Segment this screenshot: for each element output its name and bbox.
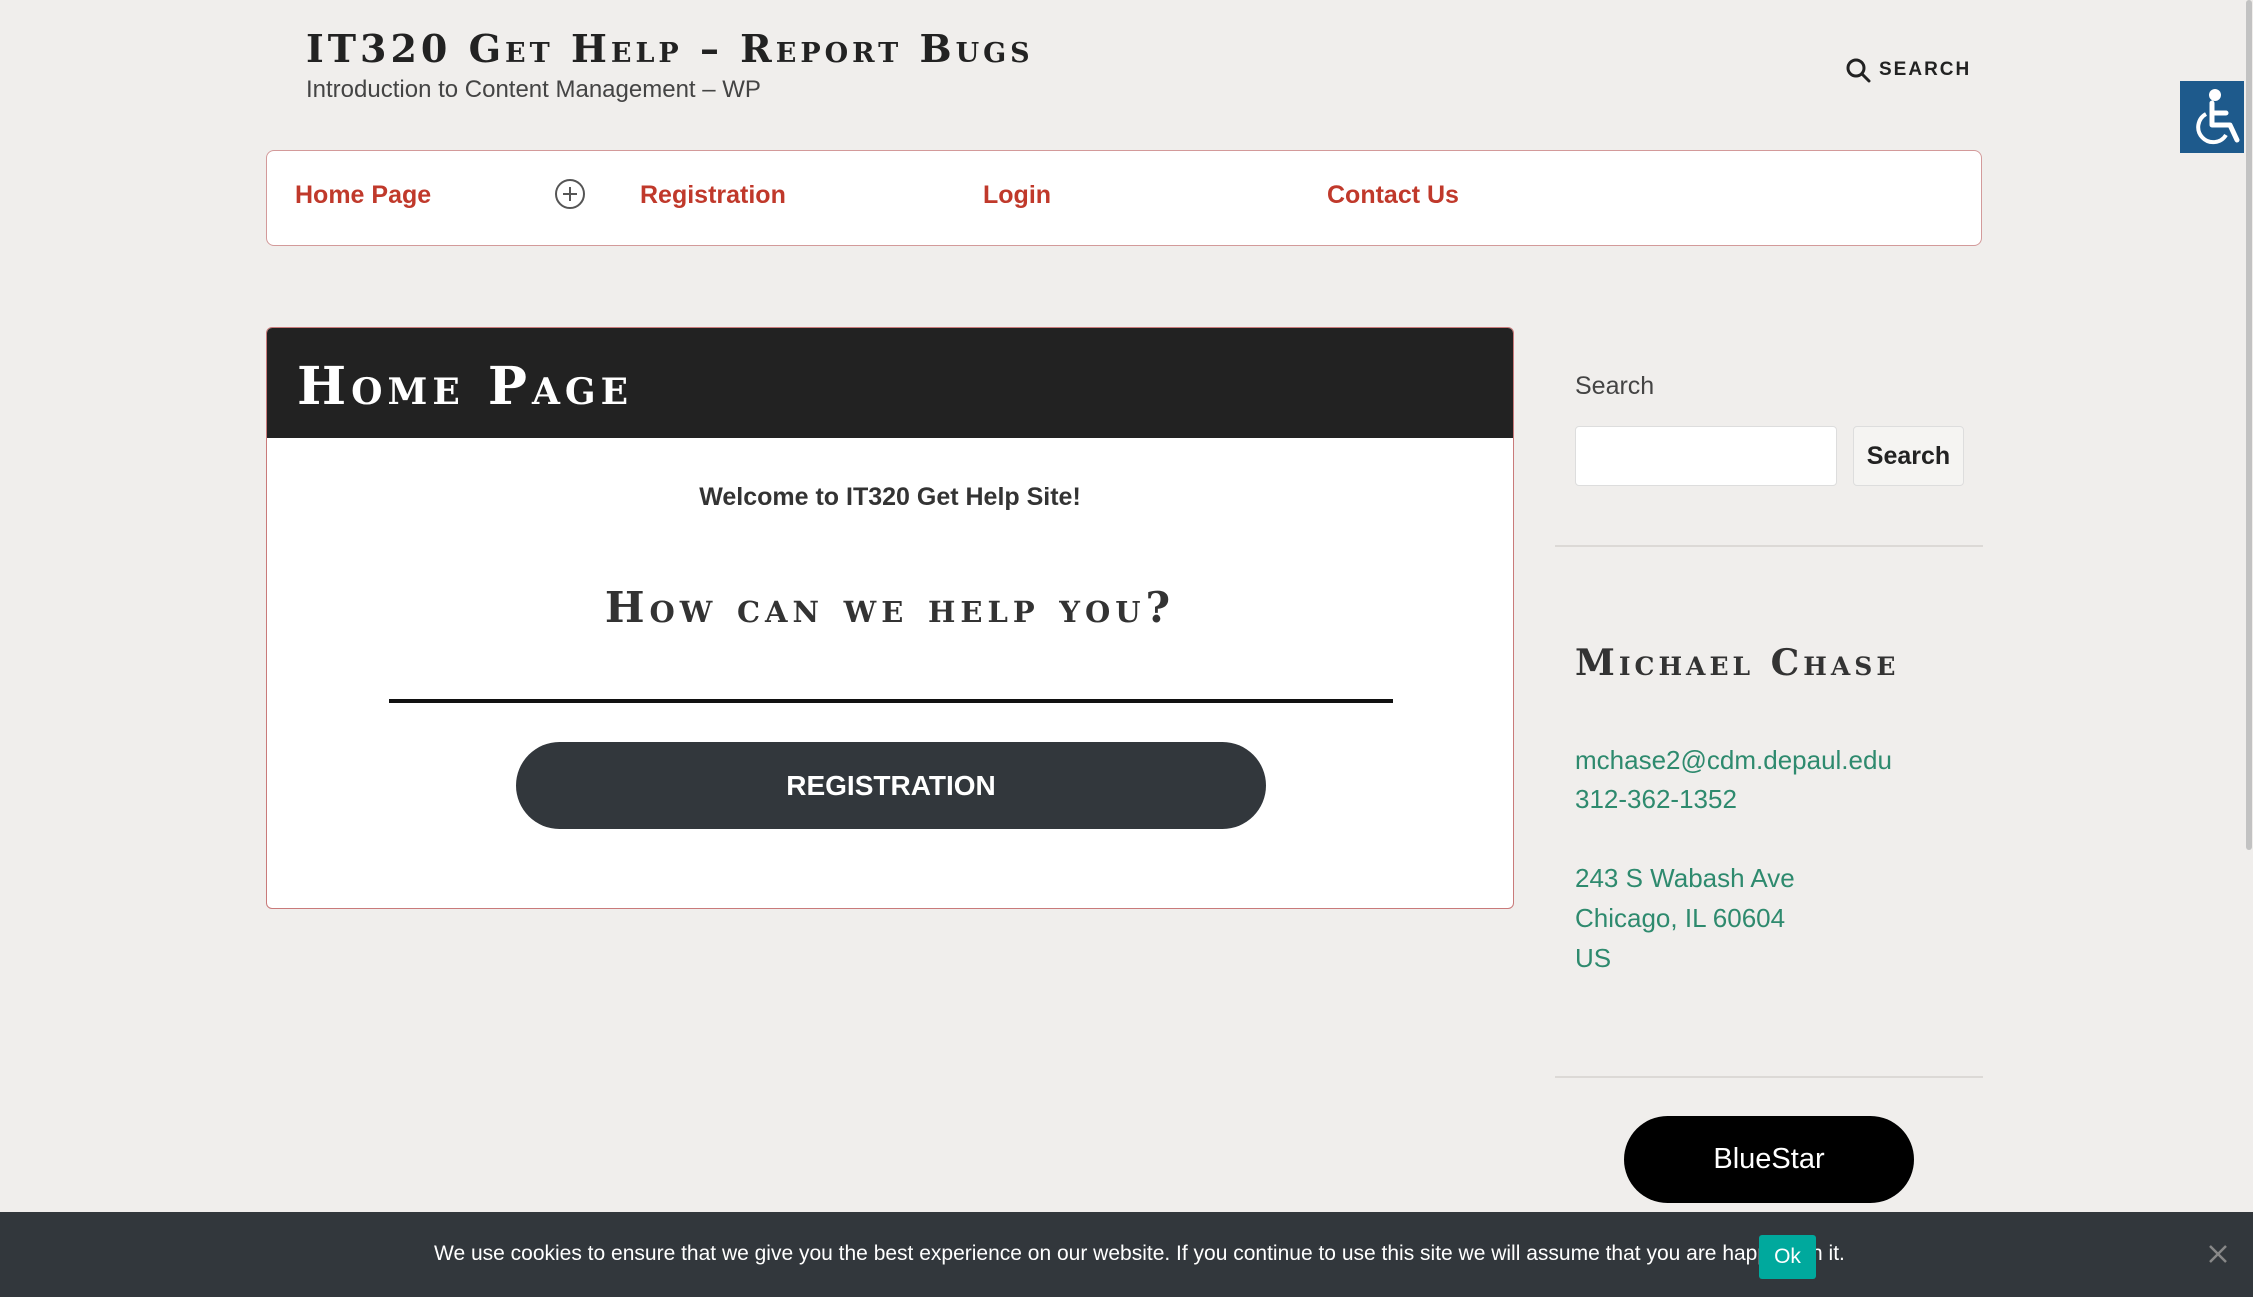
- contact-address-line2[interactable]: Chicago, IL 60604: [1575, 903, 1785, 934]
- cookie-message: We use cookies to ensure that we give yo…: [434, 1242, 1845, 1265]
- site-tagline: Introduction to Content Management – WP: [306, 76, 761, 103]
- help-heading: How can we help you?: [604, 583, 1176, 632]
- contact-address-line1[interactable]: 243 S Wabash Ave: [1575, 863, 1795, 894]
- contact-widget-title: Michael Chase: [1575, 642, 1900, 684]
- scrollbar-thumb[interactable]: [2246, 0, 2252, 850]
- nav-item-home-page[interactable]: Home Page: [295, 181, 431, 210]
- header-search-toggle[interactable]: SEARCH: [1845, 56, 1971, 84]
- accessibility-button[interactable]: [2180, 81, 2253, 153]
- submenu-expand-icon[interactable]: [553, 177, 587, 211]
- welcome-text: Welcome to IT320 Get Help Site!: [699, 483, 1081, 511]
- wheelchair-icon: [2195, 89, 2239, 145]
- page-title-bar: Home Page: [267, 328, 1513, 438]
- page-scrollbar[interactable]: [2244, 0, 2253, 1297]
- nav-item-registration[interactable]: Registration: [640, 181, 786, 210]
- bluestar-button[interactable]: BlueStar: [1624, 1116, 1914, 1203]
- cookie-ok-button[interactable]: Ok: [1759, 1235, 1816, 1279]
- cookie-notice: We use cookies to ensure that we give yo…: [0, 1212, 2253, 1297]
- sidebar-search-button[interactable]: Search: [1853, 426, 1964, 486]
- header-search-label: SEARCH: [1879, 59, 1972, 80]
- section-divider: [389, 699, 1393, 703]
- nav-item-login[interactable]: Login: [983, 181, 1051, 210]
- contact-email-link[interactable]: mchase2@cdm.depaul.edu: [1575, 745, 1892, 776]
- registration-button[interactable]: REGISTRATION: [516, 742, 1266, 829]
- nav-item-contact-us[interactable]: Contact Us: [1327, 181, 1459, 210]
- sidebar-search-input[interactable]: [1575, 426, 1837, 486]
- contact-address-country[interactable]: US: [1575, 943, 1611, 974]
- main-navigation: Home Page Registration Login Contact Us: [266, 150, 1982, 246]
- contact-phone-link[interactable]: 312-362-1352: [1575, 784, 1737, 815]
- search-icon: [1846, 58, 1871, 83]
- close-icon[interactable]: [2204, 1240, 2232, 1268]
- sidebar-divider: [1555, 1076, 1983, 1078]
- sidebar-search-label: Search: [1575, 372, 1655, 400]
- main-content-card: Home Page Welcome to IT320 Get Help Site…: [266, 327, 1514, 909]
- site-title[interactable]: IT320 Get Help – Report Bugs: [306, 26, 1034, 71]
- page-title: Home Page: [297, 356, 634, 417]
- sidebar-divider: [1555, 545, 1983, 547]
